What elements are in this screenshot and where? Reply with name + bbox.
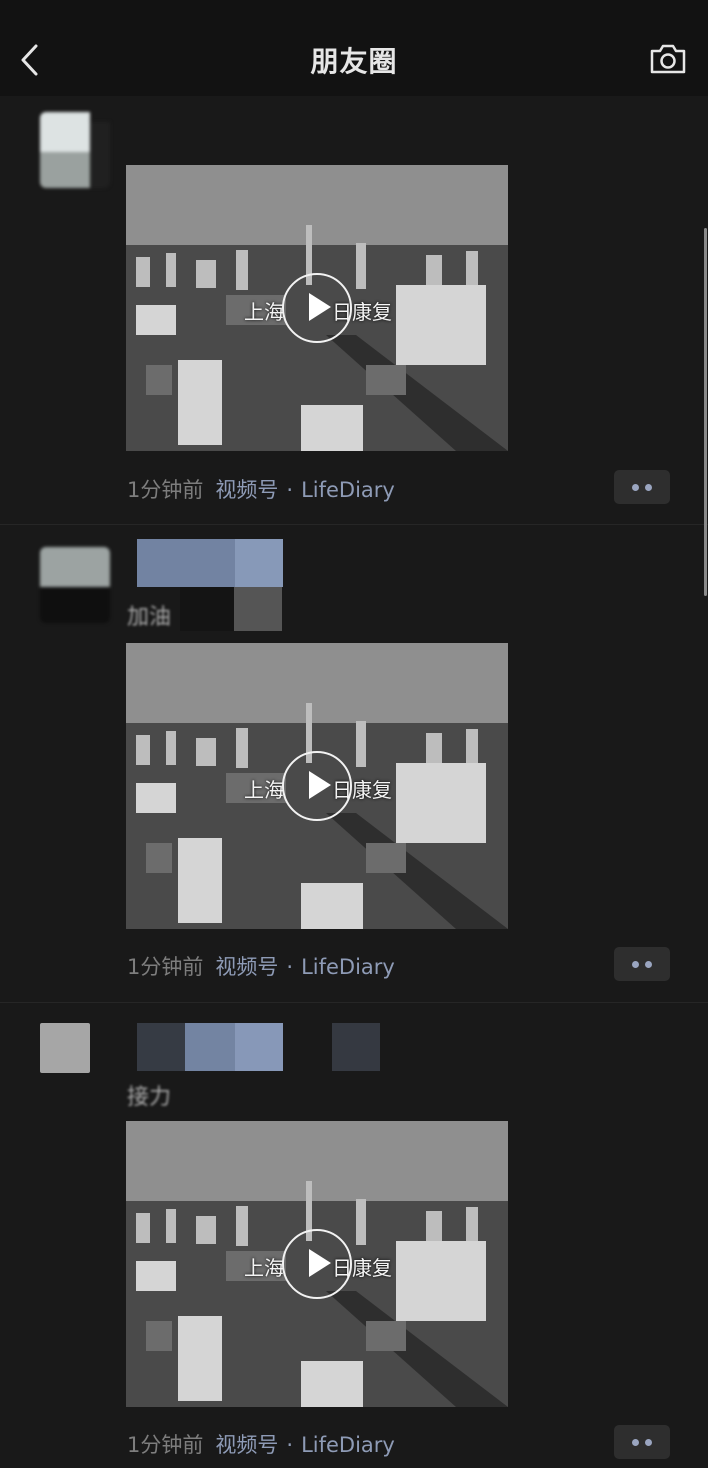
page-title: 朋友圈 [310,45,398,78]
more-actions-button[interactable] [614,947,670,981]
top-bar: 朋友圈 [0,0,708,96]
separator-dot: · [286,1433,294,1457]
play-icon[interactable] [282,751,352,821]
video-thumbnail[interactable]: 上海 日康复 [126,165,508,451]
username-redacted [137,1023,381,1071]
post-time: 1分钟前 [127,1433,204,1457]
moment-post: 加油 上海 日康复 1分钟前 视频号 · LifeDiary [0,525,708,1002]
dot-icon [632,484,639,491]
video-overlay-text-left: 上海 [244,1256,284,1280]
video-thumbnail[interactable]: 上海 日康复 [126,643,508,929]
video-thumbnail[interactable]: 上海 日康复 [126,1121,508,1407]
post-time: 1分钟前 [127,478,204,502]
separator-dot: · [286,955,294,979]
post-meta: 1分钟前 视频号 · LifeDiary [127,474,395,504]
moment-post: 接力 上海 日康复 1分钟前 视频号 · LifeDiary [0,1003,708,1468]
dot-icon [632,1439,639,1446]
caption-redacted [180,587,320,635]
camera-icon [650,44,686,74]
avatar[interactable] [40,1023,90,1073]
separator-dot: · [286,478,294,502]
post-caption: 加油 [127,605,172,630]
channel-name-link[interactable]: LifeDiary [301,955,395,979]
channel-label-link[interactable]: 视频号 [215,955,278,979]
play-icon[interactable] [282,273,352,343]
avatar[interactable] [40,547,110,623]
channel-label-link[interactable]: 视频号 [215,1433,278,1457]
dot-icon [632,961,639,968]
scrollbar[interactable] [704,228,707,596]
channel-name-link[interactable]: LifeDiary [301,1433,395,1457]
channel-name-link[interactable]: LifeDiary [301,478,395,502]
video-overlay-text-left: 上海 [244,778,284,802]
dot-icon [645,961,652,968]
more-actions-button[interactable] [614,1425,670,1459]
post-time: 1分钟前 [127,955,204,979]
play-icon[interactable] [282,1229,352,1299]
camera-button[interactable] [648,42,688,76]
more-actions-button[interactable] [614,470,670,504]
dot-icon [645,484,652,491]
video-overlay-text-left: 上海 [244,300,284,324]
channel-label-link[interactable]: 视频号 [215,478,278,502]
dot-icon [645,1439,652,1446]
post-meta: 1分钟前 视频号 · LifeDiary [127,1429,395,1459]
moment-post: 上海 日康复 1分钟前 视频号 · LifeDiary [0,96,708,524]
post-meta: 1分钟前 视频号 · LifeDiary [127,951,395,981]
post-caption: 接力 [127,1085,172,1110]
username-redacted [137,539,283,587]
avatar[interactable] [40,112,110,188]
